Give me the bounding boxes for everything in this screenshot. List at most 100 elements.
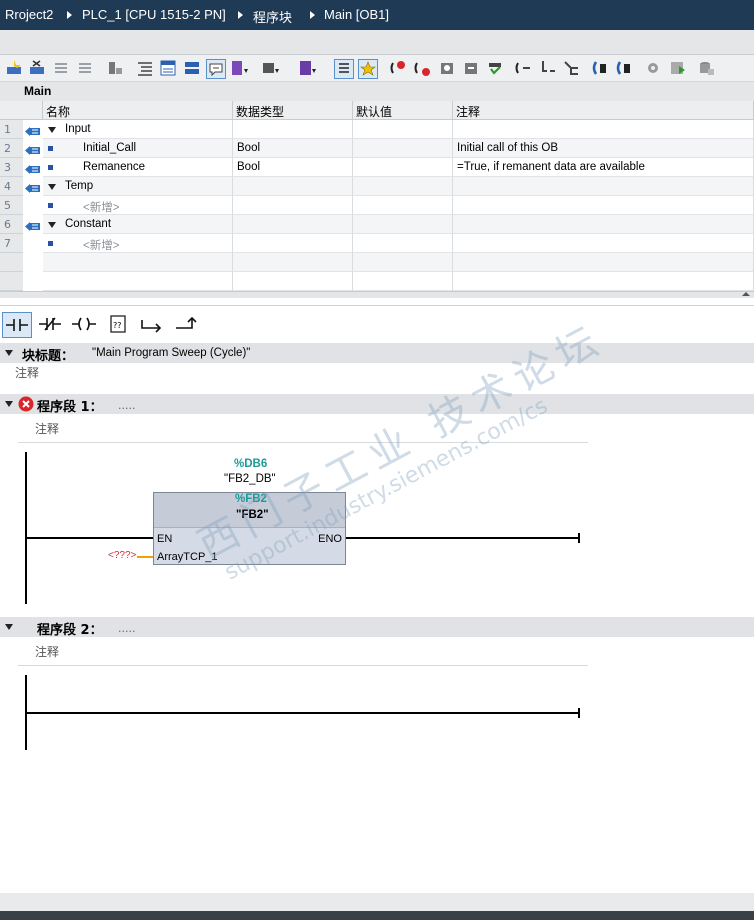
table-row[interactable]: 3 Remanence Bool =True, if remanent data ar… [0, 158, 754, 177]
cell-name[interactable]: <新增> [43, 234, 233, 253]
outdent-icon[interactable] [539, 59, 557, 77]
cell-default[interactable] [353, 177, 453, 196]
cell-comment[interactable]: Initial call of this OB [453, 139, 754, 158]
collapse-triangle-icon[interactable] [5, 401, 13, 407]
cell-type[interactable]: Bool [233, 139, 353, 158]
cell-default[interactable] [353, 158, 453, 177]
interface-scrollbar[interactable] [0, 291, 754, 298]
cell-comment[interactable] [453, 120, 754, 139]
table-row[interactable]: 1 Input [0, 120, 754, 139]
cell-type[interactable]: Bool [233, 158, 353, 177]
table-row[interactable]: 7 <新增> [0, 234, 754, 253]
network-2-header[interactable]: 程序段 2： ..... [0, 617, 754, 638]
cell-comment[interactable] [453, 234, 754, 253]
cell-comment[interactable] [453, 215, 754, 234]
indent-icon[interactable] [514, 59, 532, 77]
empty-box-icon[interactable]: ?? [104, 312, 134, 338]
cell-default[interactable] [353, 139, 453, 158]
star-icon[interactable] [358, 59, 378, 79]
cell-type[interactable] [233, 120, 353, 139]
column-header-datatype[interactable]: 数据类型 [233, 101, 353, 120]
column-header-default[interactable]: 默认值 [353, 101, 453, 120]
collapse-all-icon[interactable] [159, 59, 177, 77]
cell-name[interactable]: Remanence [43, 158, 233, 177]
table-row[interactable]: 6 Constant [0, 215, 754, 234]
network-1-comment[interactable]: 注释 [35, 420, 59, 437]
cell-name[interactable] [43, 253, 233, 272]
clear-icon[interactable] [106, 59, 124, 77]
table-row[interactable] [0, 272, 754, 291]
cell-name[interactable]: Initial_Call [43, 139, 233, 158]
network-1-header[interactable]: 程序段 1： ..... [0, 394, 754, 415]
network-view-icon[interactable] [183, 59, 201, 77]
table-row[interactable] [0, 253, 754, 272]
open-branch-icon[interactable] [138, 312, 168, 338]
db-name[interactable]: "FB2_DB" [224, 473, 276, 485]
branch-icon[interactable] [562, 59, 580, 77]
breadcrumb-program-blocks[interactable]: 程序块 [253, 7, 292, 26]
simulate-icon[interactable] [669, 59, 687, 77]
cell-type[interactable] [233, 234, 353, 253]
param-placeholder[interactable]: <???> [108, 550, 136, 561]
cell-name[interactable]: Temp [43, 177, 233, 196]
open-block-icon[interactable] [591, 59, 609, 77]
collapse-triangle-icon[interactable] [5, 350, 13, 356]
cell-default[interactable] [353, 196, 453, 215]
cell-default[interactable] [353, 253, 453, 272]
network-2-comment[interactable]: 注释 [35, 643, 59, 660]
cell-type[interactable] [233, 253, 353, 272]
column-header-name[interactable]: 名称 [43, 101, 233, 120]
network-1-title-field[interactable]: ..... [118, 399, 135, 412]
cell-type[interactable] [233, 272, 353, 291]
monitor-icon[interactable] [389, 59, 407, 77]
contact-nc-icon[interactable] [36, 312, 66, 338]
settings-icon[interactable] [645, 59, 663, 77]
download-icon[interactable] [438, 59, 456, 77]
close-block-icon[interactable] [615, 59, 633, 77]
shift-right-icon[interactable] [52, 59, 70, 77]
cell-comment[interactable]: =True, if remanent data are available [453, 158, 754, 177]
table-row[interactable]: 5 <新增> [0, 196, 754, 215]
rung-line-right[interactable] [346, 537, 580, 539]
coil-icon[interactable] [70, 312, 100, 338]
collapse-triangle-icon[interactable] [48, 222, 56, 228]
cell-name[interactable] [43, 272, 233, 291]
cell-default[interactable] [353, 272, 453, 291]
online-icon[interactable] [486, 59, 504, 77]
breadcrumb-project[interactable]: Rroject2 [5, 7, 53, 22]
scroll-up-icon[interactable] [742, 292, 750, 296]
rung-line-left[interactable] [27, 537, 153, 539]
table-row[interactable]: 2 Initial_Call Bool Initial call of this OB [0, 139, 754, 158]
cell-comment[interactable] [453, 196, 754, 215]
cell-type[interactable] [233, 215, 353, 234]
cell-comment[interactable] [453, 177, 754, 196]
block-title-header[interactable]: 块标题： "Main Program Sweep (Cycle)" [0, 343, 754, 364]
fb-call-box[interactable]: %FB2 "FB2" EN ENO ArrayTCP_1 [153, 492, 346, 565]
cell-default[interactable] [353, 215, 453, 234]
comment-toggle-icon[interactable] [206, 59, 226, 79]
cell-name[interactable]: Input [43, 120, 233, 139]
block-title-value[interactable]: "Main Program Sweep (Cycle)" [92, 347, 250, 359]
column-header-comment[interactable]: 注释 [453, 101, 754, 120]
cell-comment[interactable] [453, 253, 754, 272]
cell-name[interactable]: <新增> [43, 196, 233, 215]
cell-default[interactable] [353, 120, 453, 139]
expand-all-icon[interactable] [136, 59, 154, 77]
rung-line[interactable] [27, 712, 580, 714]
contact-no-icon[interactable] [2, 312, 32, 338]
go-to-absolute-icon[interactable] [231, 59, 249, 77]
cell-type[interactable] [233, 177, 353, 196]
table-row[interactable]: 4 Temp [0, 177, 754, 196]
breakpoint-icon[interactable] [413, 59, 431, 77]
memory-icon[interactable] [697, 59, 715, 77]
collapse-triangle-icon[interactable] [5, 624, 13, 630]
cell-default[interactable] [353, 234, 453, 253]
insert-row-icon[interactable] [5, 59, 23, 77]
delete-row-icon[interactable] [28, 59, 46, 77]
network-2-title-field[interactable]: ..... [118, 622, 135, 635]
collapse-triangle-icon[interactable] [48, 184, 56, 190]
breadcrumb-main-ob1[interactable]: Main [OB1] [324, 7, 389, 22]
cell-type[interactable] [233, 196, 353, 215]
cell-name[interactable]: Constant [43, 215, 233, 234]
close-branch-icon[interactable] [172, 312, 202, 338]
